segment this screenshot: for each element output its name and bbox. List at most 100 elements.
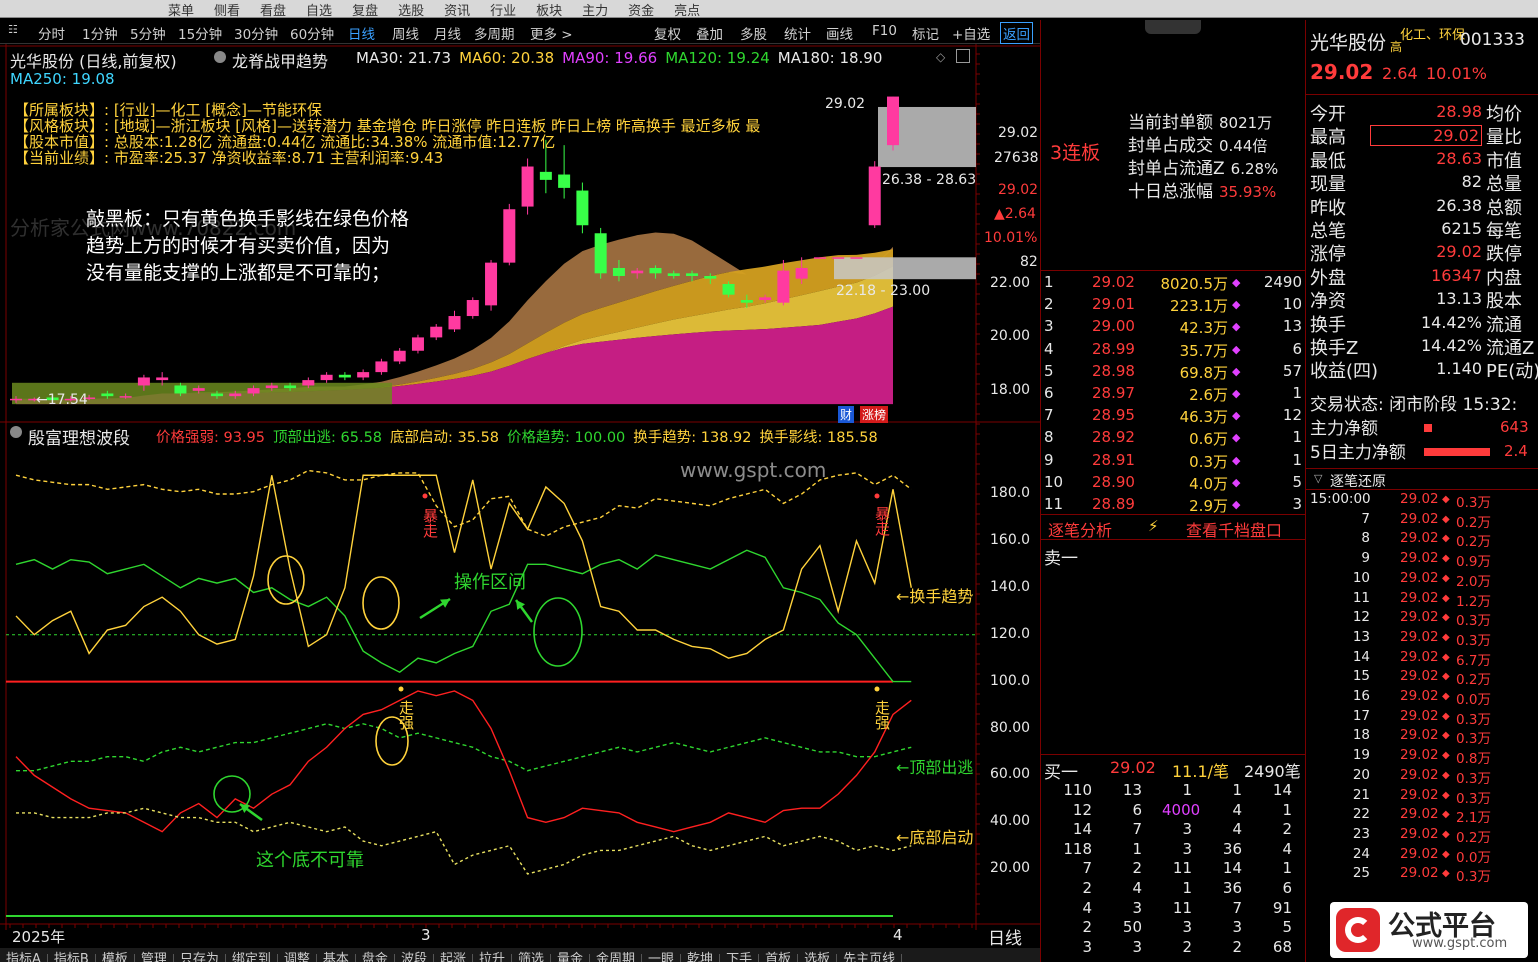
indicator-settings-icon[interactable] bbox=[214, 51, 226, 63]
bottom-tab[interactable]: 基本 bbox=[317, 953, 356, 962]
order-level-row[interactable]: 1 29.02 8020.5万 ◆ 2490 bbox=[1040, 273, 1306, 295]
order-level-row[interactable]: 8 28.92 0.6万 ◆ 1 bbox=[1040, 428, 1306, 450]
bottom-tab[interactable]: 只存为 bbox=[174, 953, 226, 962]
queue-row: 12 6 4000 4 1 bbox=[1040, 801, 1306, 821]
bottom-tab[interactable]: 绑定到 bbox=[226, 953, 278, 962]
tick-analysis-bar: 逐笔分析 ⚡ 查看千档盘口 bbox=[1040, 514, 1306, 540]
period-tab[interactable]: 更多 > bbox=[530, 23, 573, 43]
order-level-row[interactable]: 5 28.98 69.8万 ◆ 57 bbox=[1040, 362, 1306, 384]
bottom-tab[interactable]: 一眼 bbox=[642, 953, 682, 962]
menu-item[interactable]: 亮点 bbox=[664, 5, 710, 18]
diamond-icon[interactable]: ◇ bbox=[936, 50, 945, 64]
tick-analysis-button[interactable]: 逐笔分析 bbox=[1048, 517, 1112, 541]
menu-item[interactable]: 自选 bbox=[296, 5, 342, 18]
bottom-tab[interactable]: 模板 bbox=[96, 953, 135, 962]
period-tab[interactable]: 多周期 bbox=[474, 23, 515, 43]
order-level-row[interactable]: 6 28.97 2.6万 ◆ 1 bbox=[1040, 384, 1306, 406]
toolbar-button[interactable]: 返回 bbox=[1000, 22, 1033, 44]
tick-price: 29.02 bbox=[1400, 727, 1439, 744]
order-level-row[interactable]: 9 28.91 0.3万 ◆ 1 bbox=[1040, 451, 1306, 473]
tick-row: 7 29.02 ◆ 0.2万 bbox=[1308, 511, 1538, 531]
menu-item[interactable]: 资金 bbox=[618, 5, 664, 18]
period-tab[interactable]: 1分钟 bbox=[82, 23, 118, 43]
trade-status: 交易状态: 闭市阶段 15:32: bbox=[1310, 395, 1518, 415]
bottom-tab[interactable]: 先主页线 bbox=[837, 953, 903, 962]
menu-item[interactable]: 板块 bbox=[526, 5, 572, 18]
bottom-tab[interactable]: 乾坤 bbox=[681, 953, 721, 962]
bottom-tab[interactable]: 量金 bbox=[551, 953, 591, 962]
level-dot-icon: ◆ bbox=[1232, 298, 1241, 312]
low-price-value: 17.54 bbox=[47, 392, 88, 408]
bottom-tab[interactable]: 金周期 bbox=[590, 953, 643, 962]
menu-item[interactable]: 看盘 bbox=[250, 5, 296, 18]
osc-axis-tick: 40.00 bbox=[990, 813, 1031, 830]
bottom-tab[interactable]: 选板 bbox=[798, 953, 838, 962]
queue-cell: 3 bbox=[1232, 918, 1242, 937]
bottom-tab[interactable]: 下手 bbox=[720, 953, 760, 962]
toolbar-button[interactable]: +自选 bbox=[952, 23, 990, 43]
level-volume: 42.3万 bbox=[1179, 319, 1228, 338]
toolbar-button[interactable]: 画线 bbox=[826, 23, 853, 43]
period-tab[interactable]: 月线 bbox=[434, 23, 461, 43]
quote-code: 001333 bbox=[1460, 30, 1525, 50]
bottom-tab[interactable]: 管理 bbox=[135, 953, 174, 962]
view-depth-button[interactable]: 查看千档盘口 bbox=[1186, 517, 1282, 541]
toolbar-button[interactable]: 复权 bbox=[654, 23, 681, 43]
menu-item[interactable]: 侧看 bbox=[204, 5, 250, 18]
menu-item[interactable]: 选股 bbox=[388, 5, 434, 18]
level-count: 5 bbox=[1292, 472, 1302, 491]
toolbar-button[interactable]: 统计 bbox=[784, 23, 811, 43]
bottom-tab[interactable]: 指标B bbox=[48, 953, 96, 962]
period-indicator[interactable]: 日线 bbox=[988, 924, 1022, 949]
osc-title: 殷富理想波段 bbox=[28, 429, 130, 449]
tick-time: 8 bbox=[1361, 530, 1370, 547]
period-tab[interactable]: 周线 bbox=[392, 23, 419, 43]
bottom-tab[interactable]: 波段 bbox=[395, 953, 434, 962]
window-toggle-icon[interactable] bbox=[956, 49, 970, 63]
menu-item[interactable]: 复盘 bbox=[342, 5, 388, 18]
seal-row: 当前封单额 8021万 bbox=[1128, 108, 1272, 133]
candle-body bbox=[375, 361, 388, 373]
tick-dot-icon: ◆ bbox=[1442, 750, 1450, 762]
bottom-tab[interactable]: 指标A bbox=[0, 953, 48, 962]
period-tab[interactable]: 分时 bbox=[38, 23, 65, 43]
order-level-row[interactable]: 3 29.00 42.3万 ◆ 13 bbox=[1040, 317, 1306, 339]
toolbar-button[interactable]: 标记 bbox=[912, 23, 939, 43]
menu-item[interactable]: 行业 bbox=[480, 5, 526, 18]
tick-collapse-icon[interactable]: ▽ bbox=[1314, 472, 1322, 485]
level-price: 28.91 bbox=[1092, 450, 1135, 469]
seal-key: 封单占流通Z bbox=[1128, 159, 1225, 179]
queue-cell: 12 bbox=[1072, 800, 1092, 819]
menu-item[interactable]: 菜单 bbox=[158, 5, 204, 18]
bottom-tab[interactable]: 盘金 bbox=[356, 953, 395, 962]
toolbar-button[interactable]: 叠加 bbox=[696, 23, 723, 43]
period-tab[interactable]: 30分钟 bbox=[234, 23, 278, 43]
tick-price: 29.02 bbox=[1400, 845, 1439, 862]
toolbar-button[interactable]: F10 bbox=[872, 23, 897, 39]
queue-cell: 1 bbox=[1282, 800, 1292, 819]
tick-dot-icon: ◆ bbox=[1442, 828, 1450, 840]
badge-limit-list[interactable]: 涨榜 bbox=[860, 406, 889, 423]
info-line: 【股本市值】: 总股本:1.28亿 流通盘:0.44亿 流通比:34.38% 流… bbox=[14, 134, 556, 150]
menu-item[interactable]: 主力 bbox=[572, 5, 618, 18]
period-tab[interactable]: 日线 bbox=[348, 23, 375, 43]
period-tab[interactable]: 60分钟 bbox=[290, 23, 334, 43]
order-level-row[interactable]: 10 28.90 4.0万 ◆ 5 bbox=[1040, 473, 1306, 495]
bottom-tab[interactable]: 首板 bbox=[759, 953, 799, 962]
order-level-row[interactable]: 2 29.01 223.1万 ◆ 10 bbox=[1040, 295, 1306, 317]
bottom-tab[interactable]: 筛选 bbox=[512, 953, 551, 962]
bottom-tab[interactable]: 起涨 bbox=[434, 953, 473, 962]
order-level-row[interactable]: 4 28.99 35.7万 ◆ 6 bbox=[1040, 340, 1306, 362]
order-level-row[interactable]: 7 28.95 46.3万 ◆ 12 bbox=[1040, 406, 1306, 428]
badge-finance[interactable]: 财 bbox=[838, 406, 855, 423]
crosshair-icon[interactable]: ☷ bbox=[8, 23, 18, 36]
menu-item[interactable]: 资讯 bbox=[434, 5, 480, 18]
bottom-tab[interactable]: 调整 bbox=[278, 953, 317, 962]
period-tab[interactable]: 5分钟 bbox=[130, 23, 166, 43]
period-tab[interactable]: 15分钟 bbox=[178, 23, 222, 43]
quote-value: 29.02 bbox=[1436, 242, 1482, 262]
osc-settings-icon[interactable] bbox=[10, 426, 22, 438]
toolbar-button[interactable]: 多股 bbox=[740, 23, 767, 43]
bottom-tab[interactable]: 拉升 bbox=[473, 953, 512, 962]
collapse-handle[interactable] bbox=[1145, 20, 1201, 34]
